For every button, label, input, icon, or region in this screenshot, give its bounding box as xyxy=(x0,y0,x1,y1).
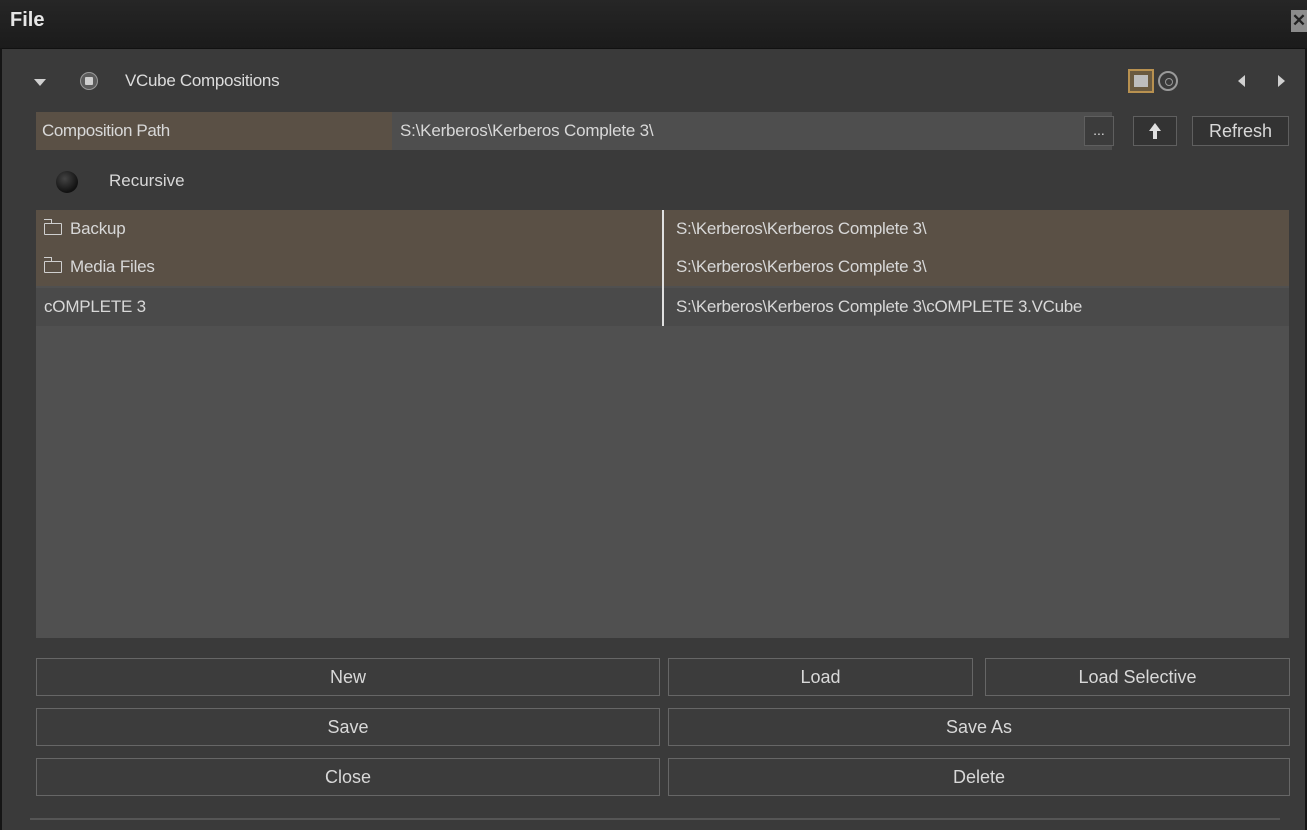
stop-icon[interactable] xyxy=(80,72,98,90)
load-button[interactable]: Load xyxy=(668,658,973,696)
recursive-label: Recursive xyxy=(109,171,185,190)
load-selective-button[interactable]: Load Selective xyxy=(985,658,1290,696)
save-as-button[interactable]: Save As xyxy=(668,708,1290,746)
save-button[interactable]: Save xyxy=(36,708,660,746)
window-title: File xyxy=(10,9,45,31)
composition-path-row: Composition Path S:\Kerberos\Kerberos Co… xyxy=(36,112,1289,150)
browse-button[interactable]: ... xyxy=(1084,116,1114,146)
recursive-toggle[interactable] xyxy=(56,171,78,193)
folder-icon xyxy=(44,218,62,235)
folder-icon xyxy=(44,256,62,273)
up-arrow-icon[interactable] xyxy=(1133,116,1177,146)
file-name: Backup xyxy=(70,219,126,238)
file-name-cell: Backup xyxy=(44,210,654,248)
title-bar: File ✕ xyxy=(0,0,1307,49)
file-name-cell: Media Files xyxy=(44,248,654,286)
window-border-left xyxy=(0,48,2,830)
file-list: Backup S:\Kerberos\Kerberos Complete 3\ … xyxy=(36,210,1289,638)
collapse-triangle-icon[interactable] xyxy=(34,79,46,86)
bottom-divider xyxy=(30,818,1280,820)
composition-path-input[interactable]: S:\Kerberos\Kerberos Complete 3\ xyxy=(392,112,1112,150)
view-icon[interactable] xyxy=(1128,69,1154,93)
column-divider[interactable] xyxy=(662,210,664,326)
next-arrow-icon[interactable] xyxy=(1278,75,1285,87)
file-name: Media Files xyxy=(70,257,155,276)
gear-icon[interactable] xyxy=(1158,71,1178,91)
refresh-button[interactable]: Refresh xyxy=(1192,116,1289,146)
file-path: S:\Kerberos\Kerberos Complete 3\ xyxy=(676,219,927,238)
close-icon[interactable]: ✕ xyxy=(1291,10,1307,32)
composition-path-label: Composition Path xyxy=(36,112,392,150)
file-path: S:\Kerberos\Kerberos Complete 3\ xyxy=(676,257,927,276)
delete-button[interactable]: Delete xyxy=(668,758,1290,796)
section-title: VCube Compositions xyxy=(125,71,280,90)
prev-arrow-icon[interactable] xyxy=(1238,75,1245,87)
file-path: S:\Kerberos\Kerberos Complete 3\cOMPLETE… xyxy=(676,297,1083,316)
new-button[interactable]: New xyxy=(36,658,660,696)
file-name: cOMPLETE 3 xyxy=(44,297,146,316)
close-button[interactable]: Close xyxy=(36,758,660,796)
